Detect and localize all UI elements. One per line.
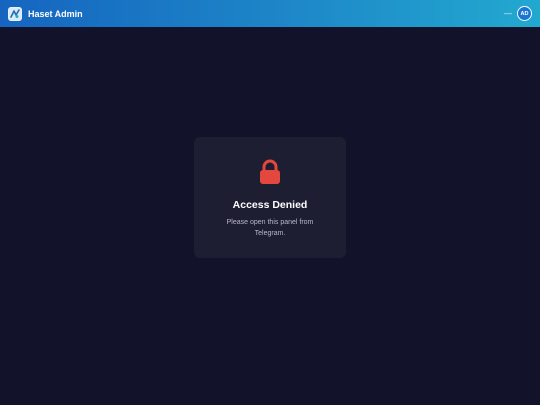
app-header: Haset Admin — AD <box>0 0 540 27</box>
app-title: Haset Admin <box>28 8 83 19</box>
haset-logo-icon <box>8 6 22 21</box>
header-actions: — AD <box>504 6 532 21</box>
minimize-icon[interactable]: — <box>504 9 512 18</box>
brand[interactable]: Haset Admin <box>8 6 83 21</box>
lock-icon <box>258 159 282 185</box>
avatar[interactable]: AD <box>517 6 532 21</box>
access-denied-card: Access Denied Please open this panel fro… <box>194 137 346 258</box>
access-denied-heading: Access Denied <box>232 199 308 211</box>
access-denied-message: Please open this panel from Telegram. <box>226 219 314 237</box>
